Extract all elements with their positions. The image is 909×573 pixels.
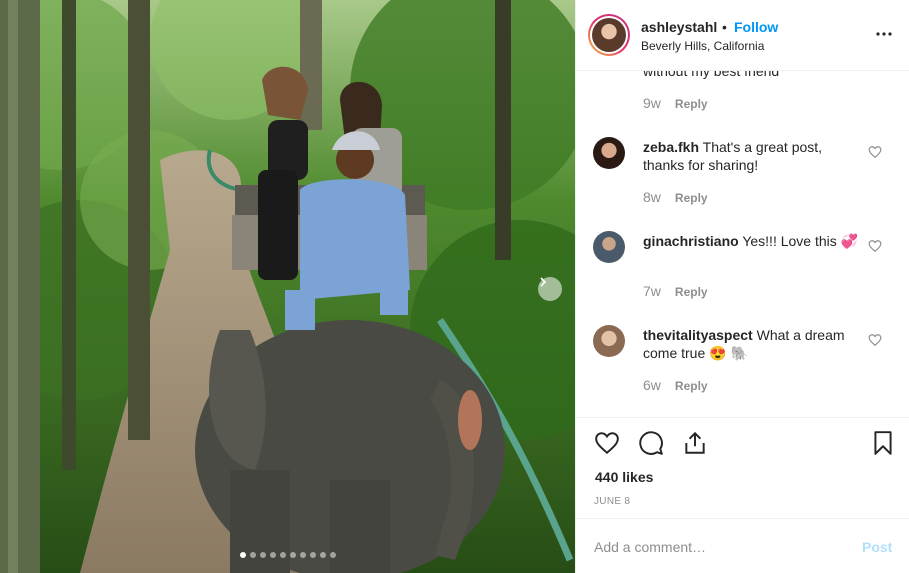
reply-button[interactable]: Reply xyxy=(675,285,708,299)
carousel-dot xyxy=(280,552,286,558)
likes-count[interactable]: 440 likes xyxy=(595,469,653,485)
carousel-indicator xyxy=(240,552,336,558)
carousel-dot xyxy=(270,552,276,558)
comment-age: 9w xyxy=(643,95,661,111)
comment-body: thevitalityaspect What a dream come true… xyxy=(643,326,863,362)
author-username[interactable]: ashleystahl xyxy=(641,19,717,35)
commenter-username[interactable]: thevitalityaspect xyxy=(643,327,753,343)
comment-meta: 9w Reply xyxy=(643,95,708,111)
commenter-username[interactable]: ginachristiano xyxy=(643,233,739,249)
carousel-dot xyxy=(320,552,326,558)
post-image[interactable] xyxy=(0,0,575,573)
reply-button[interactable]: Reply xyxy=(675,379,708,393)
comment-meta: 7w Reply xyxy=(643,283,708,299)
carousel-dot xyxy=(330,552,336,558)
carousel-dot xyxy=(290,552,296,558)
comment-age: 7w xyxy=(643,283,661,299)
post-comment-button[interactable]: Post xyxy=(862,539,892,555)
reply-button[interactable]: Reply xyxy=(675,191,708,205)
comment-like-icon[interactable] xyxy=(868,239,882,253)
comments-list[interactable]: without my best friend 9w Reply zeba.fkh … xyxy=(576,71,909,417)
post-location[interactable]: Beverly Hills, California xyxy=(641,39,764,53)
commenter-avatar[interactable] xyxy=(593,137,625,169)
follow-button[interactable]: Follow xyxy=(734,19,778,35)
add-comment-bar: Post xyxy=(576,518,909,573)
heart-icon[interactable] xyxy=(594,430,620,456)
carousel-dot xyxy=(300,552,306,558)
comment-meta: 8w Reply xyxy=(643,189,708,205)
comment-body: zeba.fkh That's a great post, thanks for… xyxy=(643,138,863,174)
comment-meta: 6w Reply xyxy=(643,377,708,393)
commenter-username[interactable]: zeba.fkh xyxy=(643,139,699,155)
carousel-dot xyxy=(310,552,316,558)
share-icon[interactable] xyxy=(682,430,708,456)
commenter-avatar[interactable] xyxy=(593,325,625,357)
more-options-icon[interactable] xyxy=(874,24,894,44)
bookmark-icon[interactable] xyxy=(870,430,896,456)
comment-text: Yes!!! Love this 💞 xyxy=(742,233,859,249)
elephant-ride-photo xyxy=(0,0,575,573)
commenter-avatar[interactable] xyxy=(593,231,625,263)
carousel-dot xyxy=(250,552,256,558)
post-date[interactable]: JUNE 8 xyxy=(594,496,630,507)
post-side-panel: ashleystahl • Follow Beverly Hills, Cali… xyxy=(575,0,909,573)
comment-text: without my best friend xyxy=(643,71,780,79)
chevron-right-icon xyxy=(540,277,547,287)
comment-age: 8w xyxy=(643,189,661,205)
comment-body: ginachristiano Yes!!! Love this 💞 xyxy=(643,232,863,250)
header-separator: • xyxy=(722,19,727,35)
next-image-button[interactable] xyxy=(538,277,562,301)
add-comment-input[interactable] xyxy=(594,536,834,558)
carousel-dot xyxy=(260,552,266,558)
reply-button[interactable]: Reply xyxy=(675,97,708,111)
comment-icon[interactable] xyxy=(638,430,664,456)
post-actions: 440 likes JUNE 8 xyxy=(576,417,909,518)
comment-age: 6w xyxy=(643,377,661,393)
post-header: ashleystahl • Follow Beverly Hills, Cali… xyxy=(576,0,909,71)
comment-like-icon[interactable] xyxy=(868,145,882,159)
carousel-dot xyxy=(240,552,246,558)
author-avatar[interactable] xyxy=(588,14,630,56)
comment-like-icon[interactable] xyxy=(868,333,882,347)
